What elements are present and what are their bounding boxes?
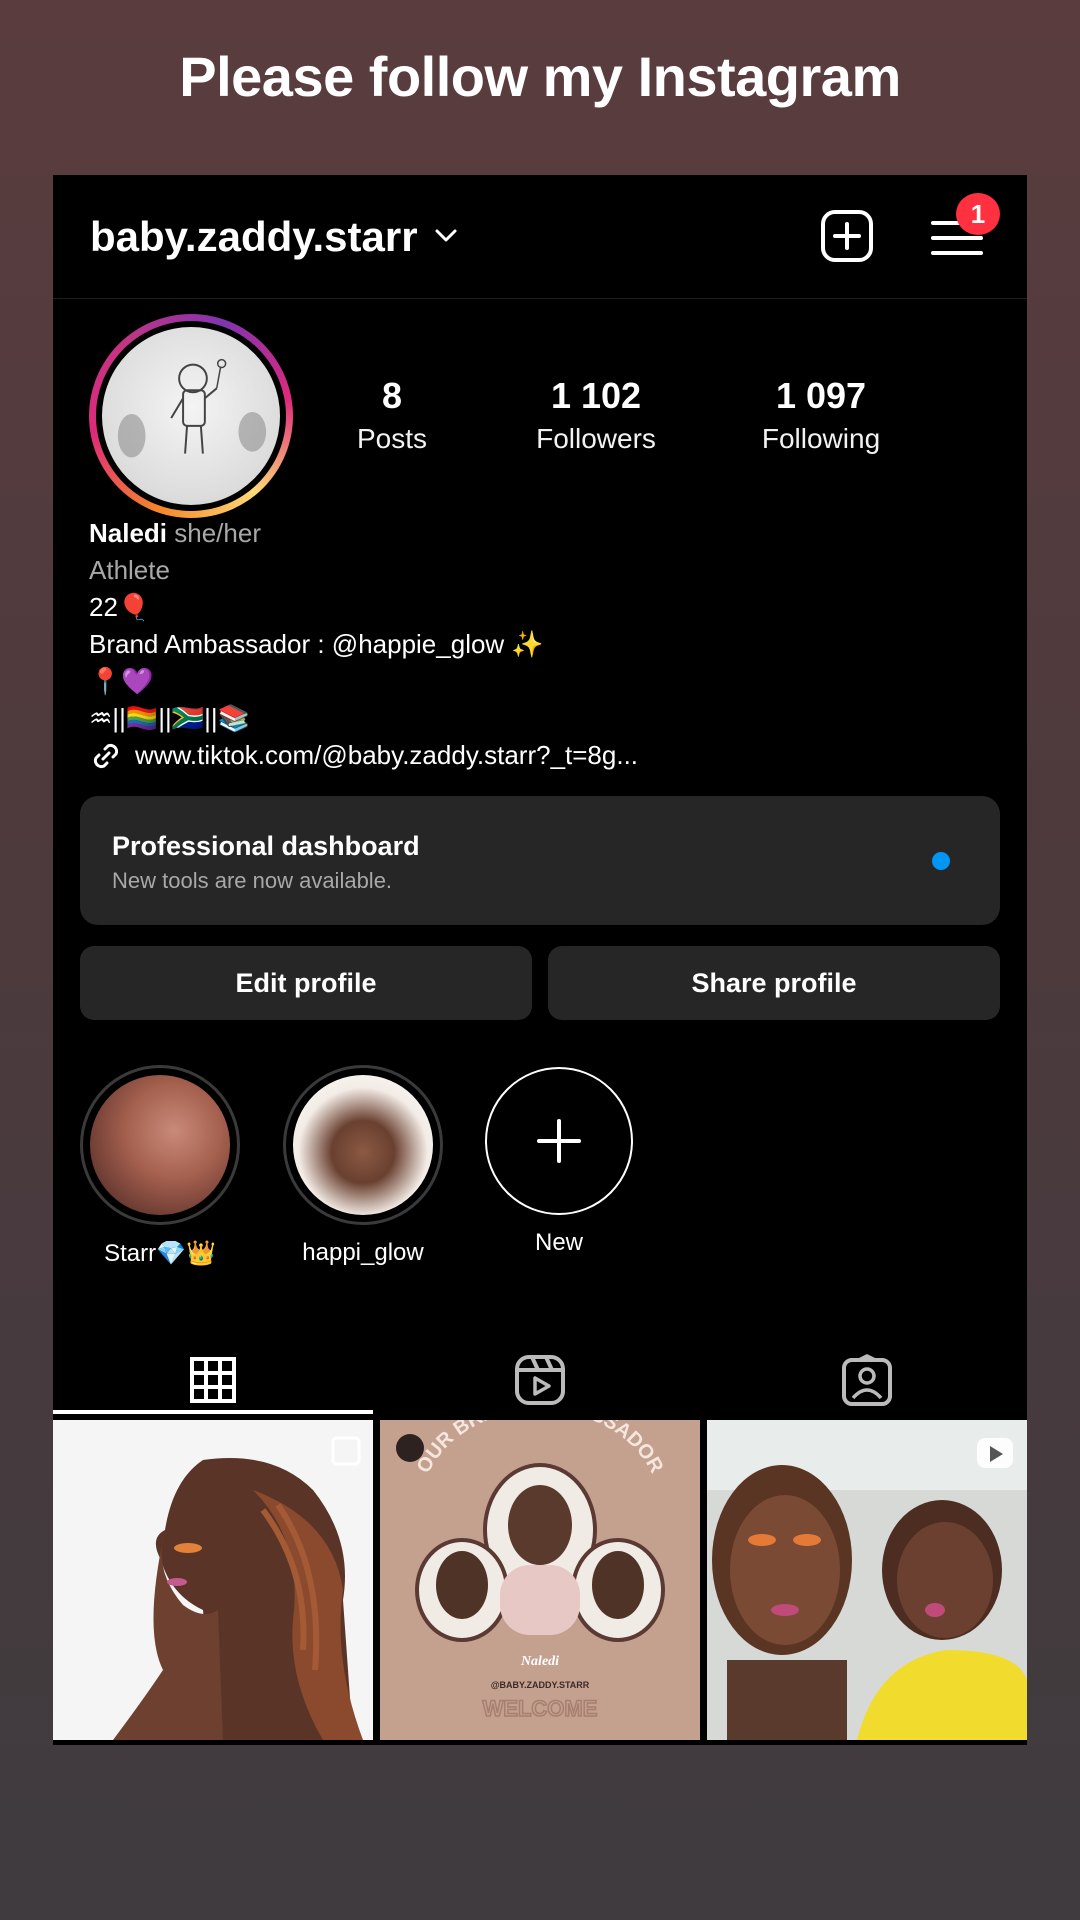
display-name: Naledi xyxy=(89,518,168,548)
active-tab-indicator xyxy=(53,1410,373,1414)
posts-count[interactable]: 8 Posts xyxy=(302,375,482,455)
edit-profile-button[interactable]: Edit profile xyxy=(80,946,532,1020)
highlight-starr[interactable]: Starr💎👑 xyxy=(80,1065,240,1268)
top-bar: baby.zaddy.starr 1 xyxy=(53,175,1027,299)
followers-count-label: Followers xyxy=(536,423,656,454)
post-thumbnail[interactable] xyxy=(707,1420,1027,1740)
post-image-selfie xyxy=(707,1420,1027,1740)
tab-posts-grid[interactable] xyxy=(53,1330,373,1430)
post-image-profile-braids xyxy=(53,1420,373,1740)
link-icon xyxy=(93,743,119,768)
following-count-label: Following xyxy=(761,423,881,454)
new-highlight-button[interactable]: New xyxy=(479,1067,639,1257)
posts-count-value: 8 xyxy=(381,375,403,416)
posts-count-label: Posts xyxy=(356,423,428,454)
highlight-label: Starr💎👑 xyxy=(104,1240,216,1267)
create-post-icon[interactable] xyxy=(819,208,875,264)
notification-badge: 1 xyxy=(956,193,1000,235)
tagged-person-icon xyxy=(842,1354,892,1406)
chevron-down-icon[interactable] xyxy=(431,221,461,251)
bio-link[interactable]: www.tiktok.com/@baby.zaddy.starr?_t=8g..… xyxy=(89,737,638,774)
highlight-label: happi_glow xyxy=(302,1239,424,1266)
ambassador-handle: @BABY.ZADDY.STARR xyxy=(491,1680,590,1690)
bio-line: ♒||🏳️‍🌈||🇿🇦||📚 xyxy=(89,703,250,733)
pronouns: she/her xyxy=(174,518,261,548)
bio-link-text[interactable]: www.tiktok.com/@baby.zaddy.starr?_t=8g..… xyxy=(135,737,638,774)
account-username[interactable]: baby.zaddy.starr xyxy=(90,213,418,261)
followers-count[interactable]: 1 102 Followers xyxy=(506,375,686,455)
highlight-cover-image xyxy=(90,1075,230,1215)
profile-bio: Naledi she/her Athlete 22🎈 Brand Ambassa… xyxy=(89,515,638,774)
posts-grid: Naledi @BABY.ZADDY.STARR WELCOME OUR BRA… xyxy=(53,1420,1027,1740)
highlight-label: New xyxy=(534,1229,583,1256)
following-count[interactable]: 1 097 Following xyxy=(731,375,911,455)
dashboard-title: Professional dashboard xyxy=(112,831,420,861)
tab-tagged[interactable] xyxy=(707,1330,1027,1430)
banner-title: Please follow my Instagram xyxy=(179,45,901,108)
post-thumbnail[interactable]: Naledi @BABY.ZADDY.STARR WELCOME OUR BRA… xyxy=(380,1420,700,1740)
ambassador-name: Naledi xyxy=(520,1654,559,1669)
dashboard-subtitle: New tools are now available. xyxy=(112,868,393,893)
bio-line: 📍💜 xyxy=(89,666,154,696)
share-profile-button[interactable]: Share profile xyxy=(548,946,1000,1020)
professional-dashboard[interactable]: Professional dashboard New tools are now… xyxy=(80,796,1000,925)
followers-count-value: 1 102 xyxy=(550,375,642,416)
instagram-profile-screen: baby.zaddy.starr 1 8 Posts 1 102 Followe… xyxy=(53,175,1027,1745)
post-thumbnail[interactable] xyxy=(53,1420,373,1740)
plus-icon xyxy=(537,1119,581,1163)
highlight-cover-image xyxy=(293,1075,433,1215)
tab-reels[interactable] xyxy=(380,1330,700,1430)
reels-icon xyxy=(515,1355,565,1405)
grid-icon xyxy=(190,1357,236,1403)
profile-tabs xyxy=(53,1330,1027,1430)
ambassador-welcome: WELCOME xyxy=(483,1696,598,1721)
bio-line: 22🎈 xyxy=(89,592,151,622)
astronaut-drawing xyxy=(117,358,267,458)
profile-category: Athlete xyxy=(89,555,170,585)
post-image-brand-ambassador: Naledi @BABY.ZADDY.STARR WELCOME OUR BRA… xyxy=(380,1420,700,1740)
bio-line: Brand Ambassador : @happie_glow ✨ xyxy=(89,629,544,659)
highlight-happi-glow[interactable]: happi_glow xyxy=(283,1065,443,1267)
profile-avatar[interactable] xyxy=(89,314,293,518)
following-count-value: 1 097 xyxy=(775,375,867,416)
new-indicator-dot xyxy=(932,852,950,870)
